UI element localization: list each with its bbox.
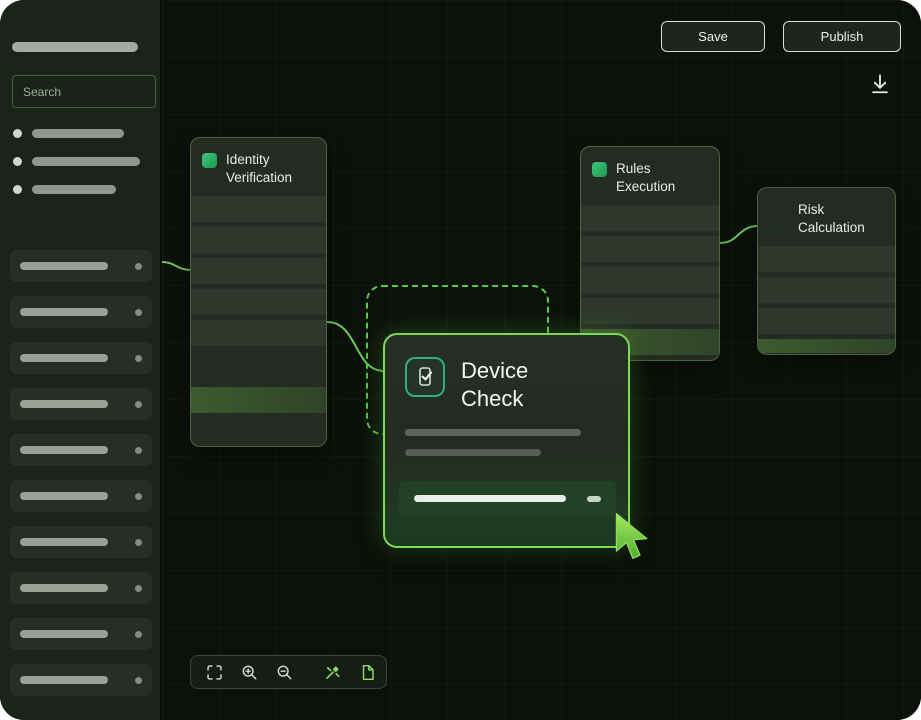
list-item[interactable] [10,664,152,696]
list-item[interactable] [10,296,152,328]
list-item[interactable] [10,250,152,282]
bullet-icon [13,129,22,138]
item-label-placeholder [20,262,108,270]
list-item[interactable] [10,618,152,650]
workflow-canvas[interactable]: Save Publish Identity Verification [162,0,921,720]
item-handle-dot [135,539,142,546]
sidebar [0,0,162,720]
tools-icon[interactable] [322,662,342,682]
save-button[interactable]: Save [661,21,765,52]
node-title: Identity Verification [226,151,316,187]
node-palette [10,250,152,696]
app-window: Save Publish Identity Verification [0,0,921,720]
node-header: Device Check [385,335,628,417]
item-label-placeholder [20,354,108,362]
publish-button[interactable]: Publish [783,21,901,52]
search-input[interactable] [12,75,156,108]
list-item[interactable] [10,388,152,420]
node-title: Rules Execution [616,160,709,196]
item-label-placeholder [20,446,108,454]
diamond-alert-icon [769,201,789,221]
skeleton-line [405,449,541,456]
node-header: Risk Calculation [758,188,895,246]
label-placeholder [32,157,140,166]
node-header: Identity Verification [191,138,326,196]
skeleton-row [191,320,326,346]
download-icon[interactable] [865,69,895,99]
item-handle-dot [135,677,142,684]
skeleton-row [581,298,719,324]
item-handle-dot [135,447,142,454]
item-handle-dot [135,585,142,592]
list-item[interactable] [10,572,152,604]
item-label-placeholder [20,492,108,500]
phone-check-icon [405,357,445,397]
zoom-in-icon[interactable] [239,662,259,682]
node-rules-execution[interactable]: Rules Execution [580,146,720,361]
skeleton-row [581,267,719,293]
list-item[interactable] [10,480,152,512]
bullet-icon [13,157,22,166]
node-title: Risk Calculation [798,201,885,237]
sidebar-section-item[interactable] [13,129,140,138]
item-handle-dot [135,263,142,270]
item-handle-dot [135,401,142,408]
canvas-toolbar [190,655,387,689]
label-placeholder [32,129,124,138]
label-placeholder [32,185,116,194]
item-handle-dot [135,493,142,500]
skeleton-row [191,289,326,315]
skeleton-line [405,429,581,436]
item-handle-dot [135,631,142,638]
logo-placeholder [12,42,138,52]
zoom-out-icon[interactable] [274,662,294,682]
file-icon[interactable] [357,662,377,682]
node-header: Rules Execution [581,147,719,205]
skeleton-row [758,246,895,272]
item-label-placeholder [20,538,108,546]
sidebar-section-item[interactable] [13,157,140,166]
node-risk-calculation[interactable]: Risk Calculation [757,187,896,355]
green-square-icon [592,162,607,177]
skeleton-row [758,277,895,303]
bullet-icon [13,185,22,194]
skeleton-row-highlighted [191,387,326,413]
item-handle-dot [135,309,142,316]
node-identity-verification[interactable]: Identity Verification [190,137,327,447]
item-label-placeholder [20,400,108,408]
skeleton-row [191,227,326,253]
sidebar-section-list [13,129,140,194]
skeleton-row [581,236,719,262]
item-label-placeholder [20,676,108,684]
sidebar-section-item[interactable] [13,185,140,194]
skeleton-row [581,205,719,231]
skeleton-row [191,196,326,222]
list-item[interactable] [10,434,152,466]
node-footer-band [399,481,616,516]
list-item[interactable] [10,342,152,374]
item-label-placeholder [20,630,108,638]
spacer [191,351,326,387]
list-item[interactable] [10,526,152,558]
item-label-placeholder [20,308,108,316]
item-handle-dot [135,355,142,362]
skeleton-row-highlighted [758,339,895,353]
footer-label-placeholder [414,495,566,502]
footer-value-placeholder [587,496,601,502]
node-title: Device Check [461,357,571,413]
fit-view-icon[interactable] [204,662,224,682]
node-device-check[interactable]: Device Check [383,333,630,548]
skeleton-row [191,258,326,284]
skeleton-row [758,308,895,334]
green-square-icon [202,153,217,168]
item-label-placeholder [20,584,108,592]
